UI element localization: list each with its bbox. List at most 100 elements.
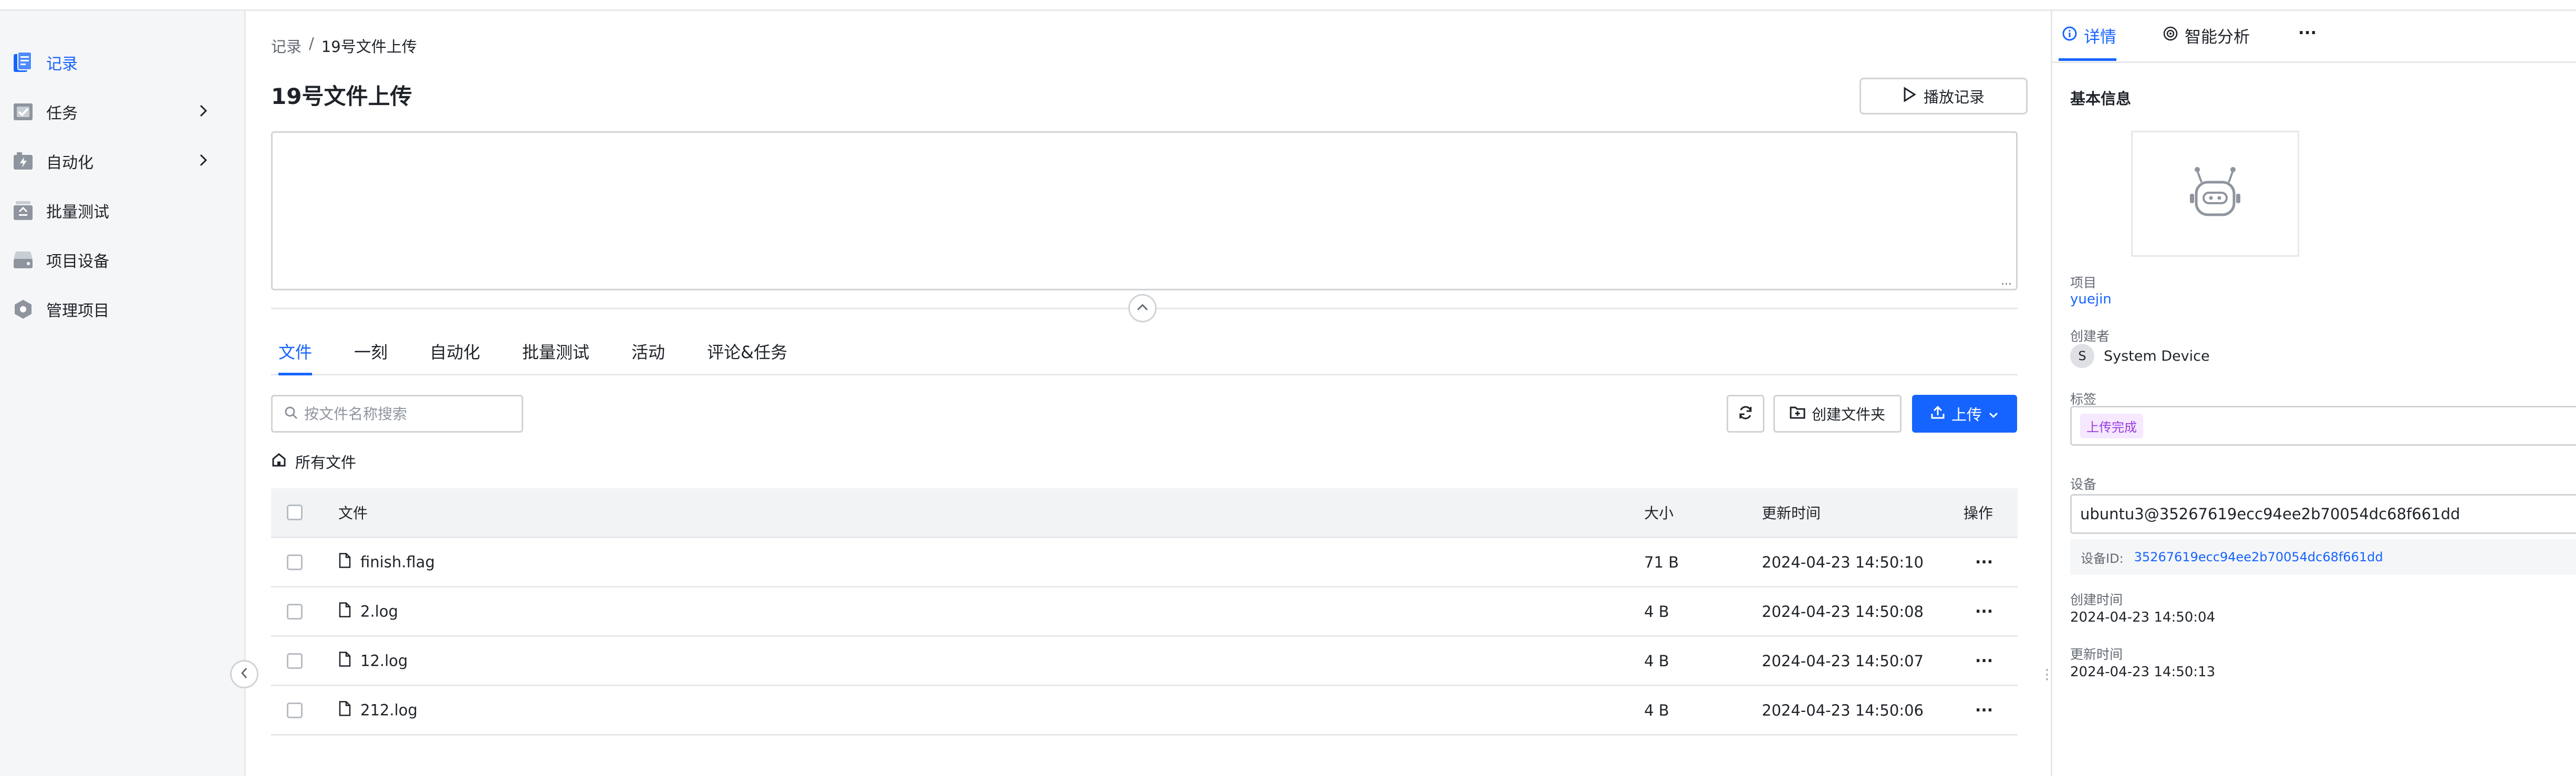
tab-analysis-label: 智能分析 <box>2185 28 2250 47</box>
folder-add-icon <box>1790 405 1805 423</box>
device-id-label: 设备ID: <box>2081 551 2124 566</box>
breadcrumb-separator: / <box>309 35 314 53</box>
tab-batch-test[interactable]: 批量测试 <box>522 339 589 373</box>
breadcrumb-root[interactable]: 记录 <box>271 35 302 57</box>
sidebar: 记录 任务 自动化 批量测试 项目设备 管理项目 <box>0 11 246 776</box>
file-size: 4 B <box>1644 701 1669 719</box>
sidebar-item-tasks[interactable]: 任务 <box>0 91 244 133</box>
row-checkbox[interactable] <box>287 603 303 620</box>
sidebar-item-automation[interactable]: 自动化 <box>0 140 244 182</box>
tag-input[interactable]: 上传完成 <box>2070 406 2576 446</box>
status-badge: 上传完成 <box>2080 413 2143 438</box>
refresh-icon <box>1738 405 1753 423</box>
row-checkbox[interactable] <box>287 653 303 669</box>
create-folder-button[interactable]: 创建文件夹 <box>1773 395 1902 433</box>
file-size: 4 B <box>1644 652 1669 670</box>
more-actions-icon[interactable]: ··· <box>1975 602 1993 621</box>
search-input[interactable] <box>303 404 515 423</box>
column-header-name: 文件 <box>338 505 368 522</box>
sidebar-item-label: 任务 <box>46 104 78 123</box>
file-name[interactable]: 212.log <box>360 701 418 719</box>
project-label: 项目 <box>2070 275 2097 290</box>
file-name[interactable]: 2.log <box>360 603 398 621</box>
file-updated: 2024-04-23 14:50:07 <box>1762 652 1924 670</box>
row-checkbox[interactable] <box>287 554 303 570</box>
file-name-cell[interactable]: 12.log <box>338 651 408 670</box>
upload-button[interactable]: 上传 <box>1912 395 2017 433</box>
details-panel: 详情 智能分析 ··· 基本信息 项目 yuejin 创建者 S System … <box>2051 11 2576 776</box>
row-checkbox[interactable] <box>287 702 303 718</box>
file-icon <box>338 700 351 720</box>
tab-activity[interactable]: 活动 <box>631 339 665 373</box>
tab-smart-analysis[interactable]: 智能分析 <box>2163 24 2250 47</box>
collapse-editor-button[interactable] <box>1128 294 1157 322</box>
robot-avatar <box>2131 131 2299 257</box>
column-header-size: 大小 <box>1644 505 1674 522</box>
creator: S System Device <box>2070 344 2210 368</box>
sidebar-item-label: 记录 <box>46 55 78 74</box>
all-files-breadcrumb[interactable]: 所有文件 <box>271 450 356 473</box>
breadcrumb: 记录 / 19号文件上传 <box>271 35 417 57</box>
sidebar-item-project-devices[interactable]: 项目设备 <box>0 239 244 281</box>
more-actions-icon[interactable]: ··· <box>1975 652 1993 670</box>
tag-label: 标签 <box>2070 392 2097 407</box>
device-value: ubuntu3@35267619ecc94ee2b70054dc68f661dd <box>2080 505 2460 523</box>
chevron-right-icon <box>199 104 208 120</box>
creator-name: System Device <box>2104 348 2210 364</box>
tab-files[interactable]: 文件 <box>278 339 313 375</box>
table-row[interactable]: 12.log 4 B 2024-04-23 14:50:07 ··· <box>271 637 2018 686</box>
upload-label: 上传 <box>1951 406 1982 424</box>
sidebar-item-records[interactable]: 记录 <box>0 41 244 83</box>
tab-automation[interactable]: 自动化 <box>430 339 480 373</box>
tab-comments-tasks[interactable]: 评论&任务 <box>707 339 787 373</box>
more-tabs-icon[interactable]: ··· <box>2298 24 2317 43</box>
sidebar-item-manage-project[interactable]: 管理项目 <box>0 288 244 330</box>
manage-project-icon <box>12 298 35 321</box>
search-icon <box>284 406 298 422</box>
file-size: 71 B <box>1644 553 1679 571</box>
record-icon <box>12 51 35 74</box>
resize-handle[interactable]: ... <box>2001 275 2012 288</box>
file-name-cell[interactable]: 212.log <box>338 700 418 720</box>
file-name-cell[interactable]: 2.log <box>338 602 398 621</box>
select-all-checkbox[interactable] <box>287 505 303 520</box>
top-bar <box>0 0 2576 11</box>
analysis-icon <box>2163 26 2178 46</box>
sidebar-item-label: 项目设备 <box>46 253 109 271</box>
column-header-actions: 操作 <box>1964 505 1993 522</box>
tab-details[interactable]: 详情 <box>2062 24 2116 47</box>
device-select[interactable]: ubuntu3@35267619ecc94ee2b70054dc68f661dd <box>2070 494 2576 534</box>
device-id-link[interactable]: 35267619ecc94ee2b70054dc68f661dd <box>2134 550 2383 564</box>
project-link[interactable]: yuejin <box>2070 291 2112 307</box>
description-textarea[interactable]: ... <box>271 131 2018 290</box>
file-name-cell[interactable]: finish.flag <box>338 552 435 572</box>
home-icon <box>271 452 287 471</box>
table-row[interactable]: 212.log 4 B 2024-04-23 14:50:06 ··· <box>271 686 2018 736</box>
sidebar-item-label: 管理项目 <box>46 302 109 320</box>
file-updated: 2024-04-23 14:50:08 <box>1762 602 1924 621</box>
tab-moment[interactable]: 一刻 <box>354 339 388 373</box>
task-icon <box>12 100 35 123</box>
sidebar-item-batch-test[interactable]: 批量测试 <box>0 190 244 232</box>
refresh-button[interactable] <box>1727 395 1764 433</box>
updated-time-label: 更新时间 <box>2070 647 2123 662</box>
file-table: 文件 大小 更新时间 操作 finish.flag 71 B 2024-04-2… <box>271 488 2018 736</box>
created-time-value: 2024-04-23 14:50:04 <box>2070 610 2216 625</box>
chevron-down-icon <box>1988 405 1999 423</box>
chevron-left-icon <box>240 667 248 681</box>
play-record-button[interactable]: 播放记录 <box>1860 78 2028 114</box>
file-name[interactable]: finish.flag <box>360 553 435 571</box>
table-row[interactable]: finish.flag 71 B 2024-04-23 14:50:10 ··· <box>271 538 2018 588</box>
column-header-updated: 更新时间 <box>1762 505 1821 522</box>
file-name[interactable]: 12.log <box>360 652 408 670</box>
more-actions-icon[interactable]: ··· <box>1975 553 1993 571</box>
breadcrumb-current: 19号文件上传 <box>321 38 417 56</box>
table-row[interactable]: 2.log 4 B 2024-04-23 14:50:08 ··· <box>271 588 2018 637</box>
file-updated: 2024-04-23 14:50:06 <box>1762 701 1924 719</box>
created-time-label: 创建时间 <box>2070 592 2123 607</box>
automation-icon <box>12 150 35 173</box>
collapse-sidebar-button[interactable] <box>230 660 258 688</box>
file-updated: 2024-04-23 14:50:10 <box>1762 553 1924 571</box>
more-actions-icon[interactable]: ··· <box>1975 701 1993 719</box>
device-icon <box>12 248 35 271</box>
